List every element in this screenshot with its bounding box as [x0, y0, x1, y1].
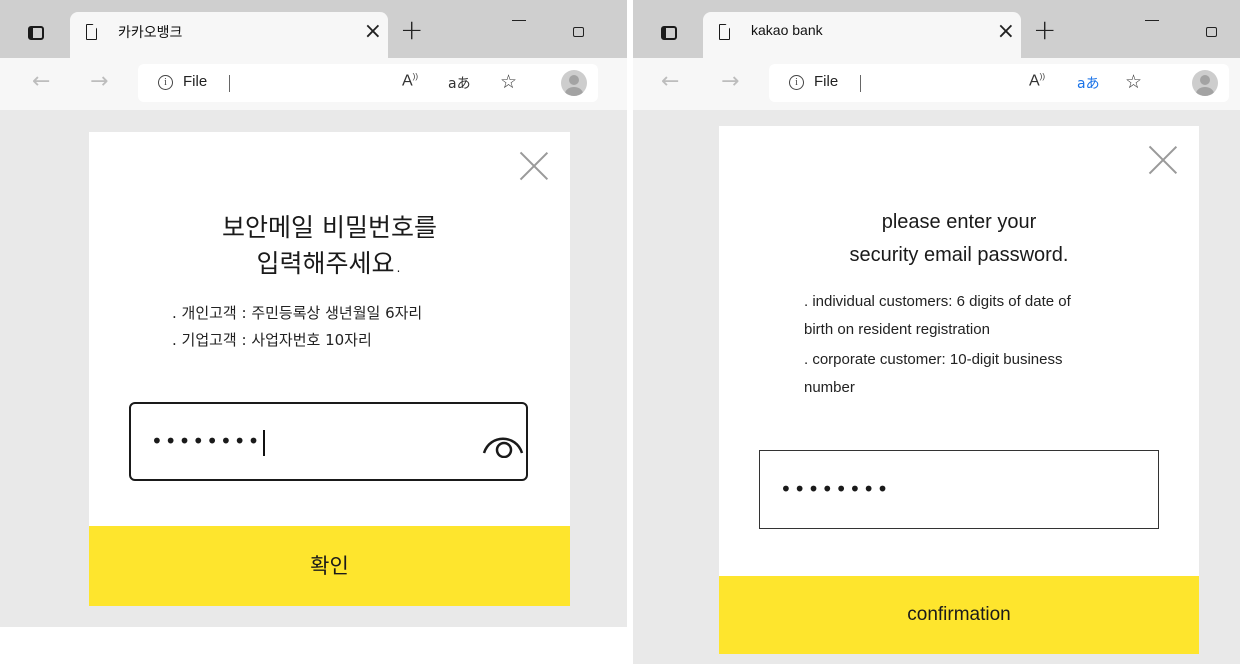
- add-favorite-icon[interactable]: ☆: [500, 71, 517, 93]
- profile-avatar[interactable]: [561, 70, 587, 96]
- forward-arrow-icon[interactable]: →: [90, 68, 108, 96]
- password-value: ••••••••: [780, 477, 891, 501]
- close-tab-icon[interactable]: ×: [997, 20, 1015, 44]
- tab-actions-icon[interactable]: [661, 26, 677, 40]
- confirm-button[interactable]: confirmation: [719, 576, 1199, 654]
- back-arrow-icon[interactable]: ←: [661, 68, 679, 96]
- address-label: File: [814, 73, 839, 90]
- info-corporate-line-2: number: [804, 379, 855, 396]
- translate-icon[interactable]: aあ: [448, 73, 471, 93]
- title-bar: 카카오뱅크 × +: [0, 0, 627, 58]
- heading-line-1: 보안메일 비밀번호를: [222, 213, 437, 242]
- info-individual: . 개인고객 : 주민등록상 생년월일 6자리: [172, 304, 423, 322]
- browser-window-korean: 카카오뱅크 × + ← → i File A)) aあ ☆ 보안메일 비밀번호를…: [0, 0, 627, 627]
- back-arrow-icon[interactable]: ←: [32, 68, 50, 96]
- password-input[interactable]: ••••••••: [129, 402, 528, 481]
- heading-line-2: security email password.: [849, 244, 1069, 266]
- toolbar: ← → i File A)) aあ ☆: [0, 58, 627, 110]
- browser-window-english: kakao bank × + ← → i File A)) aあ ☆ pleas…: [633, 0, 1240, 664]
- minimize-icon[interactable]: [1145, 20, 1159, 21]
- maximize-icon[interactable]: [573, 27, 584, 37]
- close-icon[interactable]: [520, 152, 548, 180]
- title-bar: kakao bank × +: [633, 0, 1240, 58]
- profile-avatar[interactable]: [1192, 70, 1218, 96]
- forward-arrow-icon[interactable]: →: [721, 68, 739, 96]
- address-bar[interactable]: i File A)) aあ ☆: [769, 64, 1229, 102]
- minimize-icon[interactable]: [512, 20, 526, 21]
- close-tab-icon[interactable]: ×: [364, 20, 382, 44]
- read-aloud-icon[interactable]: A)): [1029, 72, 1045, 90]
- translate-icon[interactable]: aあ: [1077, 73, 1100, 93]
- address-bar[interactable]: i File A)) aあ ☆: [138, 64, 598, 102]
- tab-title: kakao bank: [751, 22, 823, 38]
- new-tab-icon[interactable]: +: [400, 14, 423, 46]
- info-icon[interactable]: i: [158, 75, 173, 90]
- password-value: ••••••••: [151, 424, 265, 458]
- page-icon: [86, 24, 97, 40]
- heading-line-1: please enter your: [881, 211, 1037, 233]
- password-dialog: 보안메일 비밀번호를 입력해주세요. . 개인고객 : 주민등록상 생년월일 6…: [89, 132, 570, 606]
- browser-tab[interactable]: kakao bank ×: [703, 12, 1021, 58]
- text-cursor: [860, 75, 861, 92]
- add-favorite-icon[interactable]: ☆: [1125, 71, 1142, 93]
- browser-tab[interactable]: 카카오뱅크 ×: [70, 12, 388, 58]
- tab-title: 카카오뱅크: [118, 24, 183, 40]
- info-individual-line-1: . individual customers: 6 digits of date…: [804, 293, 1071, 310]
- info-individual-line-2: birth on resident registration: [804, 321, 990, 338]
- page-content: please enter your security email passwor…: [633, 110, 1240, 664]
- password-input[interactable]: ••••••••: [759, 450, 1159, 529]
- dialog-heading: 보안메일 비밀번호를 입력해주세요.: [89, 210, 570, 282]
- new-tab-icon[interactable]: +: [1033, 14, 1056, 46]
- info-corporate-line-1: . corporate customer: 10-digit business: [804, 351, 1063, 368]
- close-icon[interactable]: [1149, 146, 1177, 174]
- heading-line-2: 입력해주세요.: [256, 249, 403, 278]
- info-icon[interactable]: i: [789, 75, 804, 90]
- toolbar: ← → i File A)) aあ ☆: [633, 58, 1240, 110]
- text-cursor: [229, 75, 230, 92]
- tab-actions-icon[interactable]: [28, 26, 44, 40]
- page-icon: [719, 24, 730, 40]
- maximize-icon[interactable]: [1206, 27, 1217, 37]
- read-aloud-icon[interactable]: A)): [402, 72, 418, 90]
- confirm-button[interactable]: 확인: [89, 526, 570, 606]
- password-dialog: please enter your security email passwor…: [719, 126, 1199, 654]
- dialog-heading: please enter your security email passwor…: [719, 206, 1199, 272]
- address-label: File: [183, 73, 208, 90]
- page-content: 보안메일 비밀번호를 입력해주세요. . 개인고객 : 주민등록상 생년월일 6…: [0, 110, 627, 627]
- info-corporate: . 기업고객 : 사업자번호 10자리: [172, 331, 372, 349]
- show-password-icon[interactable]: [481, 426, 525, 458]
